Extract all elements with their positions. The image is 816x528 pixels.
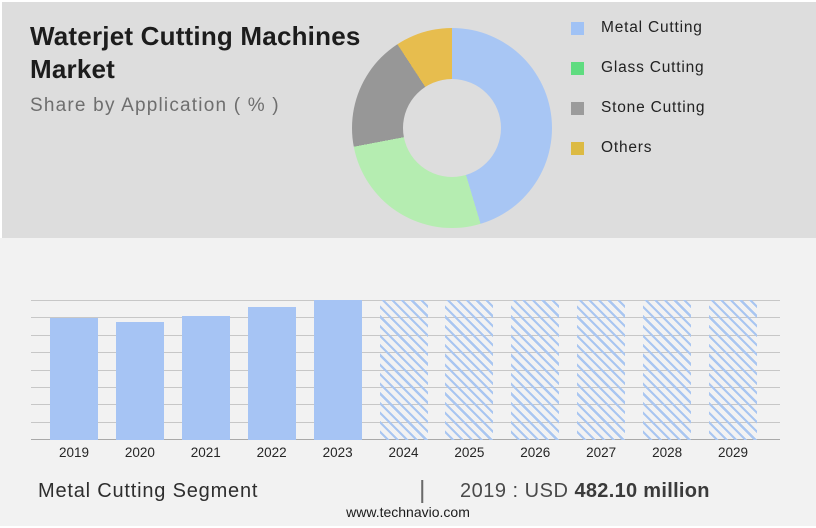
- bar-2019: [50, 317, 98, 440]
- forecast-bar-2024: [379, 300, 428, 440]
- segment-value: 2019 : USD 482.10 million: [460, 480, 710, 503]
- segment-value-prefix: 2019 : USD: [460, 480, 575, 502]
- legend-swatch: [571, 61, 584, 75]
- x-tick-label: 2021: [190, 445, 221, 460]
- infographic-root: Waterjet Cutting Machines Market Share b…: [0, 0, 816, 528]
- legend-swatch: [571, 141, 584, 155]
- bar-2021: [181, 315, 230, 440]
- legend-label: Stone Cutting: [601, 99, 706, 116]
- page-title: Waterjet Cutting Machines Market: [30, 21, 361, 84]
- x-tick-label: 2028: [652, 445, 683, 460]
- x-tick-label: 2025: [454, 445, 485, 460]
- x-tick-label: 2026: [520, 445, 551, 460]
- bar-2023: [313, 300, 362, 440]
- legend-swatch: [571, 21, 584, 35]
- forecast-bar-2026: [511, 300, 560, 440]
- forecast-bar-2027: [577, 300, 626, 440]
- bar-chart-section: 2019 2020 2021 2022 2023 2024 2025 2026 2027 2028…: [0, 238, 816, 526]
- legend-label: Others: [601, 139, 653, 156]
- x-axis-labels: 2019 2020 2021 2022 2023 2024 2025 2026 2027 2028…: [31, 445, 780, 463]
- segment-label: Metal Cutting Segment: [38, 480, 259, 502]
- forecast-bar-2028: [643, 300, 692, 440]
- x-tick-label: 2019: [58, 445, 90, 460]
- bar-2022: [247, 307, 296, 440]
- x-tick-label: 2029: [717, 445, 749, 460]
- legend-label: Glass Cutting: [601, 59, 705, 76]
- x-tick-label: 2027: [586, 445, 617, 460]
- segment-value-amount: 482.10 million: [574, 480, 710, 502]
- legend-swatch: [571, 101, 584, 115]
- legend-item: Stone Cutting: [571, 88, 705, 128]
- x-tick-label: 2020: [124, 445, 155, 460]
- forecast-bar-2029: [709, 300, 757, 440]
- forecast-bar-2025: [445, 300, 494, 440]
- legend-item: Glass Cutting: [571, 48, 705, 88]
- website-link[interactable]: www.technavio.com: [0, 504, 816, 520]
- donut-legend: Metal Cutting Glass Cutting Stone Cutting O…: [571, 8, 705, 168]
- donut-chart: [352, 28, 552, 228]
- header-panel: Waterjet Cutting Machines Market Share b…: [2, 2, 816, 238]
- x-tick-label: 2024: [388, 445, 419, 460]
- bar-2020: [115, 321, 164, 440]
- legend-label: Metal Cutting: [601, 19, 703, 36]
- title-block: Waterjet Cutting Machines Market Share b…: [30, 20, 382, 117]
- legend-item: Others: [571, 128, 705, 168]
- x-tick-label: 2022: [256, 445, 287, 460]
- x-tick-label: 2023: [322, 445, 353, 460]
- bar-chart-plot: [31, 300, 780, 440]
- donut-hole: [403, 79, 501, 177]
- separator-bar: |: [419, 476, 426, 504]
- legend-item: Metal Cutting: [571, 8, 705, 48]
- chart-subtitle: Share by Application ( % ): [30, 95, 280, 116]
